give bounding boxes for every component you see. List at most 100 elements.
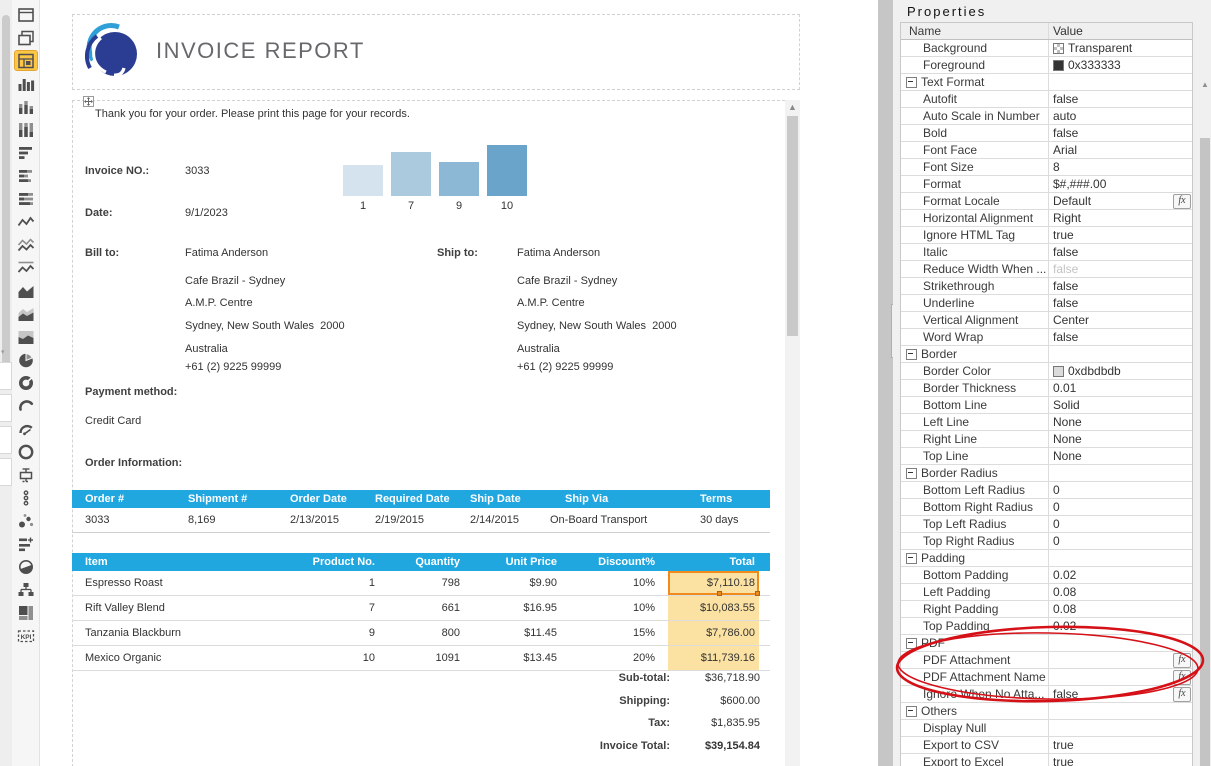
order-header-cell[interactable]: Terms <box>700 490 732 508</box>
order-table-header[interactable]: Order #Shipment #Order DateRequired Date… <box>72 490 770 508</box>
items-row-cell[interactable]: $9.90 <box>462 571 557 595</box>
collapse-minus-icon[interactable] <box>906 77 917 88</box>
order-row-cell[interactable]: 30 days <box>700 508 739 532</box>
property-row[interactable]: Border Thickness0.01 <box>901 380 1192 397</box>
items-row-cell[interactable]: 10% <box>562 596 655 620</box>
stacked-area-chart-icon[interactable] <box>15 304 37 323</box>
property-row[interactable]: Font Size8 <box>901 159 1192 176</box>
property-row[interactable]: Border Color0xdbdbdb <box>901 363 1192 380</box>
property-row[interactable]: Bottom LineSolid <box>901 397 1192 414</box>
address-line[interactable]: Australia <box>517 343 560 355</box>
property-row[interactable]: BackgroundTransparent <box>901 40 1192 57</box>
address-line[interactable]: +61 (2) 9225 99999 <box>517 361 613 373</box>
property-row[interactable]: Top Padding0.02 <box>901 618 1192 635</box>
property-row[interactable]: Top Left Radius0 <box>901 516 1192 533</box>
bill-to-label[interactable]: Bill to: <box>85 247 119 259</box>
order-row-cell[interactable]: 8,169 <box>188 508 216 532</box>
report-band-icon[interactable] <box>15 5 37 24</box>
order-row-cell[interactable]: 2/19/2015 <box>375 508 424 532</box>
ring-chart-icon[interactable] <box>15 442 37 461</box>
property-row[interactable]: Format$#,###.00 <box>901 176 1192 193</box>
items-row-cell[interactable]: 10% <box>562 571 655 595</box>
items-row-cell[interactable]: $11,739.16 <box>662 646 755 670</box>
subreport-icon[interactable] <box>15 28 37 47</box>
stacked-bar-chart-icon[interactable] <box>15 166 37 185</box>
property-row[interactable]: Underlinefalse <box>901 295 1192 312</box>
order-header-cell[interactable]: Required Date <box>375 490 450 508</box>
property-row[interactable]: Vertical AlignmentCenter <box>901 312 1192 329</box>
items-table-row[interactable]: Rift Valley Blend7661$16.9510%$10,083.55 <box>72 596 770 621</box>
properties-scrollbar-thumb[interactable] <box>1200 138 1210 766</box>
gauge-arc-icon[interactable] <box>15 396 37 415</box>
canvas-scrollbar-up-icon[interactable]: ▲ <box>785 101 800 114</box>
full-stacked-area-chart-icon[interactable] <box>15 327 37 346</box>
thanks-note-text[interactable]: Thank you for your order. Please print t… <box>95 108 410 120</box>
report-title[interactable]: INVOICE REPORT <box>156 38 365 64</box>
pie-chart-icon[interactable] <box>15 350 37 369</box>
payment-method-label[interactable]: Payment method: <box>85 386 177 398</box>
property-row[interactable]: Export to CSVtrue <box>901 737 1192 754</box>
items-row-cell[interactable]: 20% <box>562 646 655 670</box>
property-row[interactable]: Top Right Radius0 <box>901 533 1192 550</box>
invoice-no-label[interactable]: Invoice NO.: <box>85 165 149 177</box>
property-row[interactable]: Reduce Width When ...false <box>901 261 1192 278</box>
chart-bar[interactable] <box>439 162 479 196</box>
property-row[interactable]: Ignore HTML Tagtrue <box>901 227 1192 244</box>
items-table-row[interactable]: Tanzania Blackburn9800$11.4515%$7,786.00 <box>72 621 770 646</box>
items-row-cell[interactable]: $7,110.18 <box>662 571 755 595</box>
property-row[interactable]: Boldfalse <box>901 125 1192 142</box>
panel-layout-icon[interactable] <box>15 51 37 70</box>
property-row[interactable]: PDF Attachmentfx <box>901 652 1192 669</box>
order-table-row[interactable]: 30338,1692/13/20152/19/20152/14/2015On-B… <box>72 508 770 533</box>
org-chart-icon[interactable] <box>15 580 37 599</box>
property-row[interactable]: Right Padding0.08 <box>901 601 1192 618</box>
full-stacked-line-chart-icon[interactable] <box>15 258 37 277</box>
items-row-cell[interactable]: 661 <box>362 596 460 620</box>
property-group-row[interactable]: Padding <box>901 550 1192 567</box>
items-row-cell[interactable]: Rift Valley Blend <box>85 596 265 620</box>
items-row-cell[interactable]: 15% <box>562 621 655 645</box>
total-value[interactable]: $36,718.90 <box>560 672 760 684</box>
address-line[interactable]: +61 (2) 9225 99999 <box>185 361 281 373</box>
order-row-cell[interactable]: 2/14/2015 <box>470 508 519 532</box>
move-handle-icon[interactable] <box>83 96 94 107</box>
items-row-cell[interactable]: Tanzania Blackburn <box>85 621 265 645</box>
address-line[interactable]: Australia <box>185 343 228 355</box>
address-line[interactable]: Cafe Brazil - Sydney <box>185 275 285 287</box>
items-row-cell[interactable]: 9 <box>272 621 375 645</box>
full-stacked-column-chart-icon[interactable] <box>15 120 37 139</box>
totals-bar-chart[interactable]: 17910 <box>343 140 529 215</box>
property-row[interactable]: Right LineNone <box>901 431 1192 448</box>
property-row[interactable]: Word Wrapfalse <box>901 329 1192 346</box>
items-row-cell[interactable]: 800 <box>362 621 460 645</box>
address-line[interactable]: Fatima Anderson <box>185 247 268 259</box>
address-line[interactable]: Fatima Anderson <box>517 247 600 259</box>
items-header-cell[interactable]: Quantity <box>362 553 460 571</box>
scatter-chart-icon[interactable] <box>15 511 37 530</box>
canvas-scrollbar-thumb[interactable] <box>787 116 798 336</box>
address-line[interactable]: A.M.P. Centre <box>517 297 585 309</box>
payment-method-value[interactable]: Credit Card <box>85 415 141 427</box>
order-header-cell[interactable]: Ship Date <box>470 490 521 508</box>
fx-expression-button[interactable]: fx <box>1173 687 1191 702</box>
order-row-cell[interactable]: On-Board Transport <box>550 508 647 532</box>
items-row-cell[interactable]: $13.45 <box>462 646 557 670</box>
property-row[interactable]: Left Padding0.08 <box>901 584 1192 601</box>
items-header-cell[interactable]: Discount% <box>562 553 655 571</box>
bar-chart-icon[interactable] <box>15 143 37 162</box>
dot-chart-icon[interactable] <box>15 488 37 507</box>
chart-bar[interactable] <box>487 145 527 196</box>
property-row[interactable]: Font FaceArial <box>901 142 1192 159</box>
date-label[interactable]: Date: <box>85 207 113 219</box>
items-table-row[interactable]: Mexico Organic101091$13.4520%$11,739.16 <box>72 646 770 671</box>
property-row[interactable]: Foreground0x333333 <box>901 57 1192 74</box>
doughnut-chart-icon[interactable] <box>15 373 37 392</box>
fx-expression-button[interactable]: fx <box>1173 653 1191 668</box>
property-row[interactable]: Autofitfalse <box>901 91 1192 108</box>
property-row[interactable]: Top LineNone <box>901 448 1192 465</box>
items-table-header[interactable]: ItemProduct No.QuantityUnit PriceDiscoun… <box>72 553 770 571</box>
company-logo[interactable] <box>85 22 139 80</box>
property-row[interactable]: Italicfalse <box>901 244 1192 261</box>
treemap-chart-icon[interactable] <box>15 603 37 622</box>
stacked-column-chart-icon[interactable] <box>15 97 37 116</box>
